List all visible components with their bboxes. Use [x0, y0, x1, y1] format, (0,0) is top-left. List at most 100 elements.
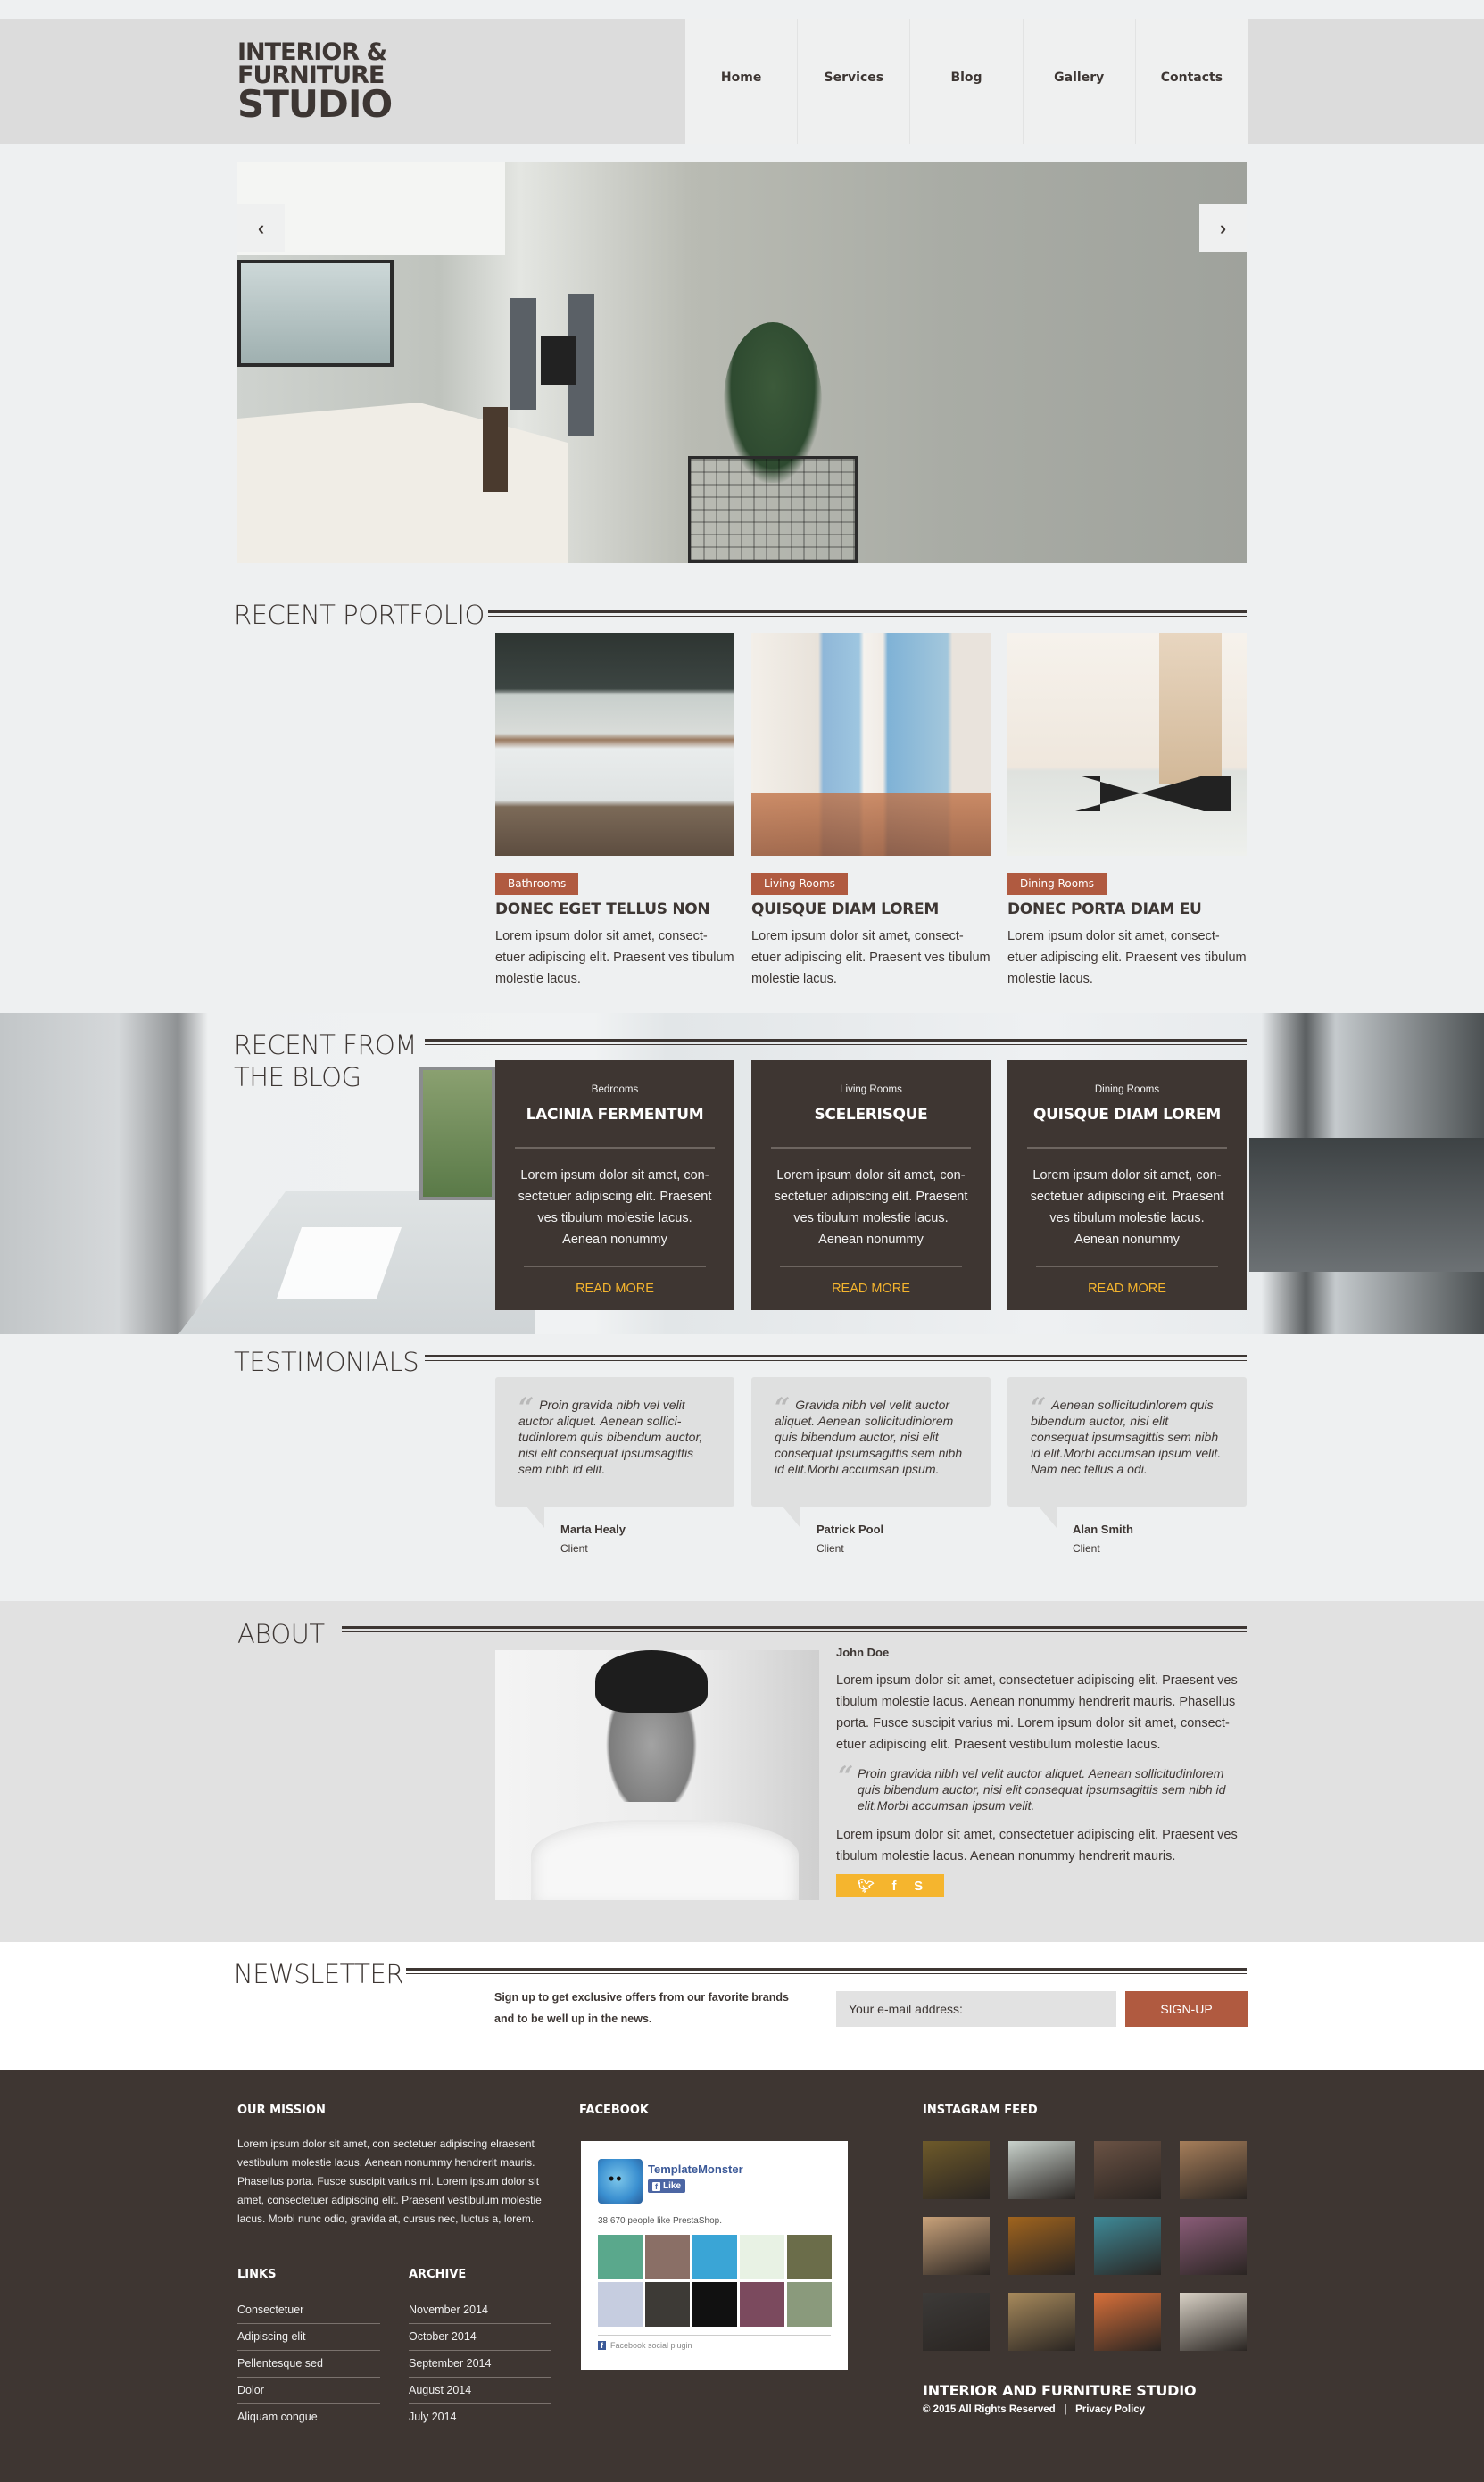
portfolio-text: Lorem ipsum dolor sit amet, consect-etue…	[1007, 929, 1247, 986]
signup-button[interactable]: SIGN-UP	[1125, 1991, 1248, 2027]
footer-link[interactable]: Consectetuer	[237, 2297, 380, 2324]
read-more-link[interactable]: READ MORE	[1088, 1282, 1166, 1296]
portfolio-image-bathroom[interactable]	[495, 633, 734, 856]
footer-link[interactable]: Aliquam congue	[237, 2404, 380, 2430]
privacy-policy-link[interactable]: Privacy Policy	[1075, 2404, 1145, 2415]
instagram-thumbnail[interactable]	[1094, 2293, 1161, 2351]
instagram-thumbnail[interactable]	[923, 2141, 990, 2199]
read-more-link[interactable]: READ MORE	[576, 1282, 654, 1296]
instagram-thumbnail[interactable]	[1008, 2293, 1075, 2351]
fb-fan-avatar[interactable]	[692, 2282, 737, 2327]
slide-table	[688, 456, 858, 563]
instagram-thumbnail[interactable]	[923, 2293, 990, 2351]
portfolio-tag[interactable]: Living Rooms	[751, 873, 848, 895]
instagram-thumbnail[interactable]	[1094, 2141, 1161, 2199]
logo-line-3: STUDIO	[237, 82, 393, 127]
testimonial-role: Client	[560, 1542, 588, 1555]
twitter-icon[interactable]: 🐦︎	[858, 1878, 875, 1894]
fb-fan-avatar[interactable]	[692, 2235, 737, 2279]
nav-blog[interactable]: Blog	[909, 19, 1022, 144]
archive-link[interactable]: November 2014	[409, 2297, 551, 2324]
blog-category[interactable]: Dining Rooms	[1027, 1084, 1227, 1095]
fb-fan-avatar[interactable]	[645, 2282, 690, 2327]
blog-category[interactable]: Bedrooms	[515, 1084, 715, 1095]
page-avatar[interactable]	[598, 2159, 643, 2204]
blog-excerpt: Lorem ipsum dolor sit amet, con-sectetue…	[518, 1168, 712, 1247]
facebook-heading: FACEBOOK	[579, 2104, 649, 2117]
blog-heading: RECENT FROM THE BLOG	[234, 1029, 417, 1094]
fb-fan-avatar[interactable]	[598, 2235, 643, 2279]
blog-heading-line-1: RECENT FROM	[234, 1030, 417, 1060]
about-portrait-photo	[495, 1650, 819, 1900]
blog-card: Living Rooms SCELERISQUE Lorem ipsum dol…	[751, 1060, 991, 1310]
blog-card: Dining Rooms QUISQUE DIAM LOREM Lorem ip…	[1007, 1060, 1247, 1310]
instagram-thumbnail[interactable]	[923, 2217, 990, 2275]
about-heading: ABOUT	[237, 1619, 325, 1649]
fb-fan-avatar[interactable]	[787, 2235, 832, 2279]
fb-fan-avatar[interactable]	[598, 2282, 643, 2327]
nav-contacts[interactable]: Contacts	[1134, 19, 1248, 144]
portfolio-title[interactable]: QUISQUE DIAM LOREM	[751, 901, 991, 918]
facebook-widget: TemplateMonster fLike 38,670 people like…	[581, 2141, 848, 2370]
portfolio-image-living-room[interactable]	[751, 633, 991, 856]
fb-page-name[interactable]: TemplateMonster	[648, 2162, 743, 2176]
quote-icon: “	[838, 1761, 854, 1792]
testimonials-heading: TESTIMONIALS	[234, 1347, 419, 1377]
blog-background-image	[0, 1013, 1484, 1334]
fb-like-button[interactable]: f Like	[648, 2179, 686, 2193]
email-input[interactable]	[836, 1991, 1116, 2027]
portfolio-tag[interactable]: Dining Rooms	[1007, 873, 1107, 895]
blog-title[interactable]: LACINIA FERMENTUM	[515, 1106, 715, 1124]
nav-services[interactable]: Services	[797, 19, 909, 144]
footer-brand: INTERIOR AND FURNITURE STUDIO	[923, 2382, 1197, 2399]
archive-link[interactable]: October 2014	[409, 2324, 551, 2351]
instagram-thumbnail[interactable]	[1180, 2293, 1247, 2351]
instagram-thumbnail[interactable]	[1180, 2141, 1247, 2199]
newsletter-description: Sign up to get exclusive offers from our…	[494, 1991, 789, 2025]
testimonial-role: Client	[1073, 1542, 1100, 1555]
nav-gallery[interactable]: Gallery	[1022, 19, 1135, 144]
instagram-thumbnail[interactable]	[1008, 2141, 1075, 2199]
copyright-text: © 2015 All Rights Reserved	[923, 2404, 1056, 2415]
main-nav: Home Services Blog Gallery Contacts	[685, 19, 1248, 144]
slider-prev-button[interactable]: ‹	[237, 204, 285, 252]
fb-fan-avatar[interactable]	[740, 2235, 784, 2279]
newsletter-heading: NEWSLETTER	[234, 1959, 403, 1989]
blog-title[interactable]: QUISQUE DIAM LOREM	[1027, 1106, 1227, 1124]
about-quote: “ Proin gravida nibh vel velit auctor al…	[836, 1761, 1247, 1814]
blog-card: Bedrooms LACINIA FERMENTUM Lorem ipsum d…	[495, 1060, 734, 1310]
fb-fan-avatar[interactable]	[740, 2282, 784, 2327]
blog-heading-line-2: THE BLOG	[234, 1062, 361, 1093]
archive-link[interactable]: September 2014	[409, 2351, 551, 2378]
portfolio-title[interactable]: DONEC PORTA DIAM EU	[1007, 901, 1247, 918]
testimonials-heading-rule	[425, 1355, 1247, 1361]
hero-slider-image	[237, 162, 1247, 563]
footer-link[interactable]: Adipiscing elit	[237, 2324, 380, 2351]
portfolio-image-dining-room[interactable]	[1007, 633, 1247, 856]
fb-fan-avatar[interactable]	[787, 2282, 832, 2327]
read-more-link[interactable]: READ MORE	[832, 1282, 910, 1296]
logo[interactable]: INTERIOR & FURNITURE STUDIO	[237, 40, 393, 127]
instagram-thumbnail[interactable]	[1180, 2217, 1247, 2275]
instagram-thumbnail[interactable]	[1094, 2217, 1161, 2275]
portfolio-title[interactable]: DONEC EGET TELLUS NON	[495, 901, 734, 918]
instagram-thumbnail[interactable]	[1008, 2217, 1075, 2275]
facebook-icon[interactable]: f	[892, 1879, 897, 1894]
testimonial-bubble: “Gravida nibh vel velit auctor aliquet. …	[751, 1377, 991, 1507]
fb-fan-avatar[interactable]	[645, 2235, 690, 2279]
footer-link[interactable]: Pellentesque sed	[237, 2351, 380, 2378]
photo-shirt	[531, 1820, 799, 1900]
testimonial-text: Proin gravida nibh vel velit auctor aliq…	[518, 1398, 703, 1476]
testimonial-bubble: “Proin gravida nibh vel velit auctor ali…	[495, 1377, 734, 1507]
footer-link[interactable]: Dolor	[237, 2378, 380, 2404]
fb-plugin-footer: f Facebook social plugin	[598, 2335, 831, 2350]
nav-home[interactable]: Home	[685, 19, 797, 144]
blog-title[interactable]: SCELERISQUE	[771, 1106, 971, 1124]
testimonial: “Aenean sollicitudinlorem quis bibendum …	[1007, 1377, 1247, 1555]
portfolio-tag[interactable]: Bathrooms	[495, 873, 579, 895]
blog-category[interactable]: Living Rooms	[771, 1084, 971, 1095]
archive-link[interactable]: July 2014	[409, 2404, 551, 2430]
archive-link[interactable]: August 2014	[409, 2378, 551, 2404]
slider-next-button[interactable]: ›	[1199, 204, 1247, 252]
skype-icon[interactable]: S	[914, 1879, 923, 1894]
